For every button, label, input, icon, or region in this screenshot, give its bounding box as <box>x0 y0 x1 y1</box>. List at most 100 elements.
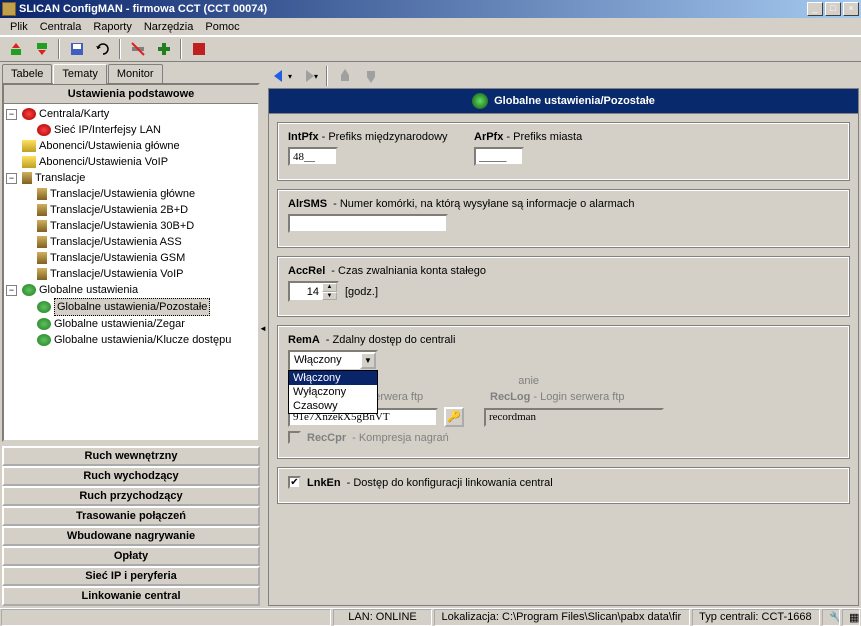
tree-siec-ip[interactable]: Sieć IP/Interfejsy LAN <box>54 122 161 138</box>
tb-connect-icon[interactable] <box>126 38 149 60</box>
sidebtn-oplaty[interactable]: Opłaty <box>2 546 260 566</box>
tree-globalne[interactable]: Globalne ustawienia <box>39 282 138 298</box>
user-icon <box>22 156 36 168</box>
menu-pomoc[interactable]: Pomoc <box>199 19 245 35</box>
tree-tr-gsm[interactable]: Translacje/Ustawienia GSM <box>50 250 185 266</box>
key-icon[interactable]: 🔑 <box>444 407 464 427</box>
status-lan: LAN: ONLINE <box>333 609 433 626</box>
tab-tematy[interactable]: Tematy <box>53 64 106 84</box>
tree-abon-voip[interactable]: Abonenci/Ustawienia VoIP <box>39 154 168 170</box>
translation-icon <box>37 268 47 280</box>
tb-stop-icon[interactable] <box>187 38 210 60</box>
tree-centrala-karty[interactable]: Centrala/Karty <box>39 106 109 122</box>
menu-raporty[interactable]: Raporty <box>87 19 138 35</box>
nav-forward-icon[interactable]: ▾ <box>298 66 320 86</box>
right-panel: ▾ ▾ Globalne ustawienia/Pozostałe IntPfx… <box>266 62 861 608</box>
rema-value: Włączony <box>290 352 360 369</box>
lnken-checkbox[interactable]: ✔ <box>288 476 301 489</box>
status-tool-icon[interactable]: 🔧 <box>822 609 840 626</box>
nav-back-icon[interactable]: ▾ <box>272 66 294 86</box>
spin-up-icon[interactable]: ▲ <box>322 283 337 292</box>
accrel-spinner[interactable]: ▲▼ <box>288 281 339 302</box>
sidebtn-ruch-wychodzacy[interactable]: Ruch wychodzący <box>2 466 260 486</box>
rema-opt-czasowy[interactable]: Czasowy <box>289 399 377 413</box>
menu-narzedzia[interactable]: Narzędzia <box>138 19 200 35</box>
sidebtn-trasowanie[interactable]: Trasowanie połączeń <box>2 506 260 526</box>
tree-glob-zegar[interactable]: Globalne ustawienia/Zegar <box>54 316 185 332</box>
toolbar-separator <box>119 39 121 59</box>
translation-icon <box>37 252 47 264</box>
sidebtn-nagrywanie[interactable]: Wbudowane nagrywanie <box>2 526 260 546</box>
intpfx-input[interactable] <box>288 147 338 166</box>
nav-up-icon[interactable] <box>334 66 356 86</box>
hidden-text: anie <box>518 375 539 387</box>
tb-save-icon[interactable] <box>65 38 88 60</box>
tree-tr-30bd[interactable]: Translacje/Ustawienia 30B+D <box>50 218 194 234</box>
sidebtn-ruch-wewnetrzny[interactable]: Ruch wewnętrzny <box>2 446 260 466</box>
splitter[interactable] <box>262 62 266 608</box>
globe-icon <box>37 301 51 313</box>
alrsms-input[interactable] <box>288 214 448 233</box>
toolbar-separator <box>58 39 60 59</box>
accrel-desc: - Czas zwalniania konta stałego <box>331 265 486 277</box>
tb-sync-icon[interactable] <box>152 38 175 60</box>
user-icon <box>22 140 36 152</box>
translation-icon <box>37 188 47 200</box>
translation-icon <box>37 236 47 248</box>
main-toolbar <box>0 36 861 62</box>
rema-opt-wylaczony[interactable]: Wyłączony <box>289 385 377 399</box>
arpfx-input[interactable] <box>474 147 524 166</box>
globe-icon <box>472 93 488 109</box>
tb-upload-icon[interactable] <box>4 38 27 60</box>
rema-dropdown: Włączony Wyłączony Czasowy <box>288 370 378 414</box>
tree-tr-2bd[interactable]: Translacje/Ustawienia 2B+D <box>50 202 188 218</box>
expand-icon[interactable]: − <box>6 285 17 296</box>
intpfx-desc: - Prefiks międzynarodowy <box>319 131 448 143</box>
lan-icon <box>37 124 51 136</box>
maximize-button[interactable]: □ <box>825 2 841 16</box>
tree-tr-voip[interactable]: Translacje/Ustawienia VoIP <box>50 266 184 282</box>
form-area: IntPfx - Prefiks międzynarodowy ArPfx - … <box>268 114 859 606</box>
tb-undo-icon[interactable] <box>91 38 114 60</box>
group-rema: RemA - Zdalny dostęp do centrali Włączon… <box>277 325 850 459</box>
dropdown-icon[interactable]: ▼ <box>360 352 376 369</box>
expand-icon[interactable]: − <box>6 173 17 184</box>
reclog-input <box>484 408 664 427</box>
spin-down-icon[interactable]: ▼ <box>322 292 337 301</box>
accrel-label: AccRel <box>288 265 325 277</box>
accrel-input[interactable] <box>290 283 322 300</box>
group-alrsms: AlrSMS - Numer komórki, na którą wysyłan… <box>277 189 850 248</box>
arpfx-label: ArPfx <box>474 131 503 143</box>
tree-header: Ustawienia podstawowe <box>4 85 258 104</box>
reccpr-desc: - Kompresja nagrań <box>352 432 449 444</box>
menu-centrala[interactable]: Centrala <box>34 19 88 35</box>
tree-translacje[interactable]: Translacje <box>35 170 85 186</box>
toolbar-separator <box>326 66 328 86</box>
close-button[interactable]: × <box>843 2 859 16</box>
expand-icon[interactable]: − <box>6 109 17 120</box>
sidebtn-linkowanie[interactable]: Linkowanie central <box>2 586 260 606</box>
intpfx-label: IntPfx <box>288 131 319 143</box>
rema-combo[interactable]: Włączony ▼ <box>288 350 378 371</box>
nav-down-icon[interactable] <box>360 66 382 86</box>
tree-tr-glowne[interactable]: Translacje/Ustawienia główne <box>50 186 195 202</box>
tree-abon-glowne[interactable]: Abonenci/Ustawienia główne <box>39 138 180 154</box>
tab-monitor[interactable]: Monitor <box>108 64 163 84</box>
status-typ: Typ centrali: CCT-1668 <box>692 609 820 626</box>
status-lokalizacja: Lokalizacja: C:\Program Files\Slican\pab… <box>434 609 690 626</box>
tb-download-icon[interactable] <box>30 38 53 60</box>
group-lnken: ✔ LnkEn - Dostęp do konfiguracji linkowa… <box>277 467 850 504</box>
minimize-button[interactable]: _ <box>807 2 823 16</box>
status-flag-icon[interactable]: ▦ <box>842 609 860 626</box>
sidebtn-siec-ip[interactable]: Sieć IP i peryferia <box>2 566 260 586</box>
menu-plik[interactable]: Plik <box>4 19 34 35</box>
window-title: SLICAN ConfigMAN - firmowa CCT (CCT 0007… <box>19 3 807 15</box>
tree-glob-klucze[interactable]: Globalne ustawienia/Klucze dostępu <box>54 332 231 348</box>
sidebtn-ruch-przychodzacy[interactable]: Ruch przychodzący <box>2 486 260 506</box>
tree-tr-ass[interactable]: Translacje/Ustawienia ASS <box>50 234 182 250</box>
tree-glob-pozostale[interactable]: Globalne ustawienia/Pozostałe <box>54 298 210 316</box>
rema-opt-wlaczony[interactable]: Włączony <box>289 371 377 385</box>
reccpr-label: RecCpr <box>307 432 346 444</box>
statusbar: LAN: ONLINE Lokalizacja: C:\Program File… <box>0 608 861 626</box>
tab-tabele[interactable]: Tabele <box>2 64 52 84</box>
